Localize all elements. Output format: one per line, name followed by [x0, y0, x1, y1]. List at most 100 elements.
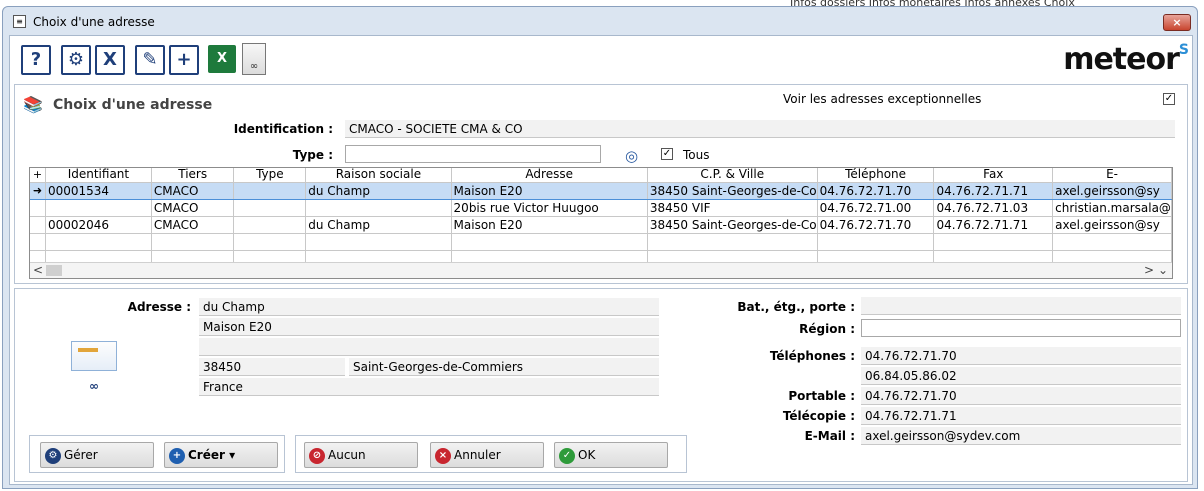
cell-identifiant: 00002046: [45, 216, 152, 234]
toolbar: ? ⚙ X ✎ + X ∞ meteorS: [10, 36, 1192, 82]
adresse-line1-field[interactable]: du Champ: [199, 298, 659, 316]
cell-tiers: CMACO: [151, 216, 235, 234]
col-identifiant[interactable]: Identifiant: [45, 168, 152, 183]
table-row[interactable]: 00002046 CMACO du Champ Maison E20 38450…: [30, 216, 1172, 234]
cell-adresse: Maison E20: [451, 216, 648, 234]
identification-label: Identification :: [233, 122, 333, 136]
cell-fax: 04.76.72.71.71: [933, 216, 1054, 234]
aucun-button[interactable]: ⊘ Aucun: [304, 442, 418, 468]
col-type[interactable]: Type: [233, 168, 307, 183]
telephone2-field[interactable]: 06.84.05.86.02: [861, 367, 1181, 385]
excel-export-icon[interactable]: X: [208, 45, 236, 73]
gear-icon: ⚙: [45, 447, 61, 464]
close-button[interactable]: ×: [1163, 14, 1191, 31]
scroll-left-icon[interactable]: <: [33, 263, 43, 277]
manage-button-group: ⚙ Gérer + Créer ▾: [29, 435, 285, 473]
cell-type: [233, 199, 307, 217]
meteor-logo: meteorS: [1063, 42, 1189, 77]
ok-button[interactable]: ✓ OK: [554, 442, 668, 468]
cell-cp-ville: 38450 VIF: [647, 199, 818, 217]
address-grid: + Identifiant Tiers Type Raison sociale …: [29, 167, 1173, 279]
dialog-content: ? ⚙ X ✎ + X ∞ meteorS 📚 Choix d'une adre…: [9, 35, 1193, 485]
title-bar: ≡ Choix d'une adresse ×: [3, 7, 1197, 35]
annuler-button[interactable]: × Annuler: [430, 442, 544, 468]
pays-field[interactable]: France: [199, 378, 659, 396]
forbidden-icon: ⊘: [309, 447, 325, 464]
cancel-icon[interactable]: X: [95, 45, 125, 75]
cell-cp-ville: 38450 Saint-Georges-de-Co: [647, 181, 818, 200]
help-icon[interactable]: ?: [21, 45, 51, 75]
row-header-cell: [30, 216, 46, 234]
region-field[interactable]: [861, 319, 1181, 337]
edit-icon[interactable]: ✎: [135, 45, 165, 75]
creer-button[interactable]: + Créer ▾: [164, 442, 278, 468]
tous-label: Tous: [683, 148, 710, 162]
type-label: Type :: [292, 148, 333, 162]
add-icon[interactable]: +: [169, 45, 199, 75]
cell-cp-ville: 38450 Saint-Georges-de-Co: [647, 216, 818, 234]
horizontal-scrollbar[interactable]: < > ⌄: [30, 262, 1172, 278]
bat-field[interactable]: [861, 297, 1181, 315]
cell-raison-sociale: du Champ: [305, 216, 452, 234]
cancel-x-icon: ×: [435, 447, 451, 464]
region-label: Région :: [799, 322, 855, 336]
cell-adresse: Maison E20: [451, 181, 648, 200]
window-icon: ≡: [13, 15, 26, 28]
table-row[interactable]: CMACO 20bis rue Victor Huugoo 38450 VIF …: [30, 199, 1172, 217]
telephones-label: Téléphones :: [769, 349, 855, 363]
cell-type: [233, 181, 307, 200]
add-column-icon[interactable]: +: [30, 168, 46, 183]
binoculars-icon[interactable]: ∞: [89, 379, 99, 393]
col-fax[interactable]: Fax: [933, 168, 1054, 183]
scroll-down-icon[interactable]: ⌄: [1158, 263, 1168, 277]
settings-icon[interactable]: ⚙: [61, 45, 91, 75]
books-icon: 📚: [23, 95, 43, 114]
cell-telephone: 04.76.72.71.70: [817, 181, 935, 200]
gerer-button[interactable]: ⚙ Gérer: [40, 442, 154, 468]
exceptional-addresses-label: Voir les adresses exceptionnelles: [783, 92, 982, 106]
cell-identifiant: 00001534: [45, 181, 152, 200]
address-card-icon: [71, 341, 117, 371]
address-selection-panel: 📚 Choix d'une adresse Voir les adresses …: [14, 84, 1188, 284]
cell-fax: 04.76.72.71.71: [933, 181, 1054, 200]
linked-document-icon[interactable]: ∞: [242, 43, 266, 75]
cell-identifiant: [45, 199, 152, 217]
table-row[interactable]: ➜ 00001534 CMACO du Champ Maison E20 384…: [30, 181, 1172, 200]
email-field[interactable]: axel.geirsson@sydev.com: [861, 427, 1181, 445]
cell-type: [233, 216, 307, 234]
cell-raison-sociale: du Champ: [305, 181, 452, 200]
col-adresse[interactable]: Adresse: [451, 168, 648, 183]
window-title: Choix d'une adresse: [33, 15, 155, 29]
portable-field[interactable]: 04.76.72.71.70: [861, 387, 1181, 405]
adresse-label: Adresse :: [127, 300, 191, 314]
adresse-line3-field[interactable]: [199, 338, 659, 356]
plus-icon: +: [169, 447, 185, 464]
type-input[interactable]: [345, 145, 601, 163]
ville-field[interactable]: Saint-Georges-de-Commiers: [349, 358, 659, 376]
cell-tiers: CMACO: [151, 181, 235, 200]
scroll-right-icon[interactable]: >: [1144, 263, 1154, 277]
tous-checkbox[interactable]: ✓: [661, 148, 673, 160]
scroll-thumb[interactable]: [46, 265, 62, 276]
telephone1-field[interactable]: 04.76.72.71.70: [861, 347, 1181, 365]
telecopie-label: Télécopie :: [782, 409, 855, 423]
identification-field[interactable]: CMACO - SOCIETE CMA & CO: [345, 120, 1175, 138]
cell-raison-sociale: [305, 199, 452, 217]
cell-telephone: 04.76.72.71.70: [817, 216, 935, 234]
cell-adresse: 20bis rue Victor Huugoo: [451, 199, 648, 217]
search-icon[interactable]: ◎: [625, 147, 638, 165]
col-tiers[interactable]: Tiers: [151, 168, 235, 183]
cp-field[interactable]: 38450: [199, 358, 345, 376]
row-header-cell: [30, 199, 46, 217]
adresse-line2-field[interactable]: Maison E20: [199, 318, 659, 336]
col-cp-ville[interactable]: C.P. & Ville: [647, 168, 818, 183]
col-email[interactable]: E-: [1052, 168, 1172, 183]
cell-email: christian.marsala@: [1052, 199, 1172, 217]
exceptional-addresses-checkbox[interactable]: ✓: [1163, 93, 1175, 105]
col-telephone[interactable]: Téléphone: [817, 168, 935, 183]
telecopie-field[interactable]: 04.76.72.71.71: [861, 407, 1181, 425]
dropdown-arrow-icon: ▾: [229, 448, 236, 462]
address-table: + Identifiant Tiers Type Raison sociale …: [30, 168, 1172, 268]
dialog-window: ≡ Choix d'une adresse × ? ⚙ X ✎ + X ∞ me…: [2, 6, 1198, 489]
col-raison-sociale[interactable]: Raison sociale: [305, 168, 452, 183]
